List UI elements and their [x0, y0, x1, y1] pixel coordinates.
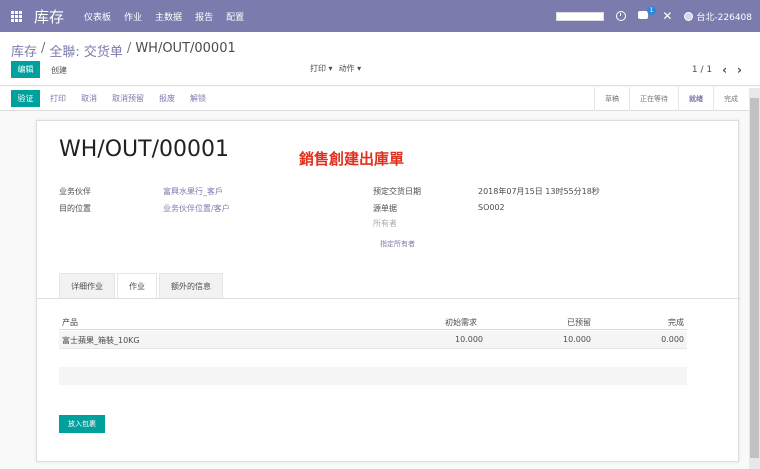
cell-initial-demand: 10.000	[455, 335, 483, 344]
action-dropdown[interactable]: 动作 ▾	[339, 63, 362, 74]
partner-label: 业务伙伴	[59, 187, 91, 196]
table-header: 产品 初始需求 已预留 完成	[59, 314, 687, 330]
control-panel: 库存 / 全聯: 交货单 / WH/OUT/00001 编辑 创建 打印 ▾ 动…	[0, 32, 760, 86]
unreserve-button[interactable]: 取消预留	[112, 93, 144, 104]
annotation-text: 銷售創建出庫單	[299, 150, 405, 168]
messages-icon[interactable]: 1	[638, 6, 657, 21]
destination-field[interactable]: 业务伙伴位置/客户	[163, 203, 230, 214]
cancel-button[interactable]: 取消	[81, 93, 97, 104]
sidebar-actions: 打印 ▾ 动作 ▾	[310, 63, 361, 74]
breadcrumb-current: WH/OUT/00001	[135, 41, 236, 56]
app-name: 库存	[34, 7, 65, 26]
scheduled-date-label: 预定交货日期	[373, 187, 421, 196]
owner-field[interactable]: 所有者	[373, 218, 397, 229]
header-initial-demand[interactable]: 初始需求	[445, 317, 477, 328]
breadcrumb-sep: /	[126, 41, 132, 56]
partner-field[interactable]: 富興水果行_客戶	[163, 186, 223, 197]
stage-waiting[interactable]: 正在等待	[629, 87, 678, 111]
message-badge: 1	[646, 6, 657, 15]
stage-bar: 草稿 正在等待 就绪 完成	[594, 87, 748, 111]
operations-table: 产品 初始需求 已预留 完成 富士蘋果_箱裝_10KG 10.000 10.00…	[59, 314, 687, 349]
put-in-pack-button[interactable]: 放入包裹	[59, 415, 105, 433]
tab-additional-info[interactable]: 额外的信息	[159, 273, 223, 299]
main-menu: 仪表板 作业 主数据 报告 配置	[84, 10, 244, 23]
header-product[interactable]: 产品	[62, 317, 78, 328]
breadcrumb-inventory[interactable]: 库存	[11, 41, 37, 60]
print-button[interactable]: 打印	[50, 93, 66, 104]
page-title: WH/OUT/00001	[59, 137, 229, 162]
progress-box	[556, 11, 605, 21]
navbar-right: 1 ✕ 台北-226408	[556, 0, 752, 32]
menu-reporting[interactable]: 报告	[195, 10, 213, 23]
scrap-button[interactable]: 报废	[159, 93, 175, 104]
menu-master-data[interactable]: 主数据	[155, 10, 182, 23]
user-menu[interactable]: 台北-226408	[684, 10, 752, 23]
form-sheet: WH/OUT/00001 銷售創建出庫單 业务伙伴 富興水果行_客戶 目的位置 …	[36, 120, 740, 462]
edit-button[interactable]: 编辑	[11, 61, 40, 78]
scheduled-date-field: 2018年07月15日 13时55分18秒	[478, 187, 600, 196]
scrollbar-thumb[interactable]	[750, 98, 759, 458]
tab-detailed-operations[interactable]: 详细作业	[59, 273, 115, 299]
tab-operations[interactable]: 作业	[117, 273, 157, 299]
source-document-label: 源单据	[373, 204, 397, 213]
menu-dashboard[interactable]: 仪表板	[84, 10, 111, 23]
chevron-right-icon[interactable]: ›	[737, 63, 742, 77]
chevron-left-icon[interactable]: ‹	[722, 63, 727, 77]
header-done[interactable]: 完成	[668, 317, 684, 328]
table-row[interactable]: 富士蘋果_箱裝_10KG 10.000 10.000 0.000	[59, 331, 687, 349]
destination-label: 目的位置	[59, 204, 91, 213]
source-document-field: SO002	[478, 203, 505, 212]
print-dropdown[interactable]: 打印 ▾	[310, 63, 333, 74]
pager-value[interactable]: 1 / 1	[692, 65, 712, 75]
assign-owner-button[interactable]: 指定所有者	[380, 239, 415, 249]
validate-button[interactable]: 验证	[11, 90, 40, 107]
pager: 1 / 1 ‹ ›	[692, 63, 742, 77]
stage-ready[interactable]: 就绪	[678, 87, 713, 111]
header-reserved[interactable]: 已预留	[567, 317, 591, 328]
close-icon[interactable]: ✕	[662, 9, 672, 23]
create-button[interactable]: 创建	[51, 65, 67, 76]
cell-product: 富士蘋果_箱裝_10KG	[62, 336, 140, 345]
tab-divider	[37, 298, 740, 299]
breadcrumb-delivery-orders[interactable]: 全聯: 交货单	[49, 41, 123, 60]
scrollbar[interactable]	[749, 88, 760, 469]
breadcrumb: 库存 / 全聯: 交货单 / WH/OUT/00001	[11, 41, 236, 60]
menu-configuration[interactable]: 配置	[226, 10, 244, 23]
stage-draft[interactable]: 草稿	[594, 87, 629, 111]
form-statusbar: 验证 打印 取消 取消预留 报废 解锁 草稿 正在等待 就绪 完成	[0, 87, 760, 111]
notebook-tabs: 详细作业 作业 额外的信息	[59, 273, 225, 299]
unlock-button[interactable]: 解锁	[190, 93, 206, 104]
avatar	[684, 11, 694, 21]
cell-done: 0.000	[661, 335, 684, 344]
clock-icon[interactable]	[616, 11, 627, 21]
table-footer-row	[59, 367, 687, 385]
action-buttons: 验证 打印 取消 取消预留 报废 解锁	[11, 90, 221, 107]
apps-menu-icon[interactable]	[0, 0, 32, 32]
user-name: 台北-226408	[696, 12, 752, 23]
top-navbar: 库存 仪表板 作业 主数据 报告 配置 1 ✕ 台北-226408	[0, 0, 760, 32]
menu-operations[interactable]: 作业	[124, 10, 142, 23]
breadcrumb-sep: /	[41, 41, 46, 56]
cell-reserved: 10.000	[563, 335, 591, 344]
stage-done[interactable]: 完成	[713, 87, 748, 111]
